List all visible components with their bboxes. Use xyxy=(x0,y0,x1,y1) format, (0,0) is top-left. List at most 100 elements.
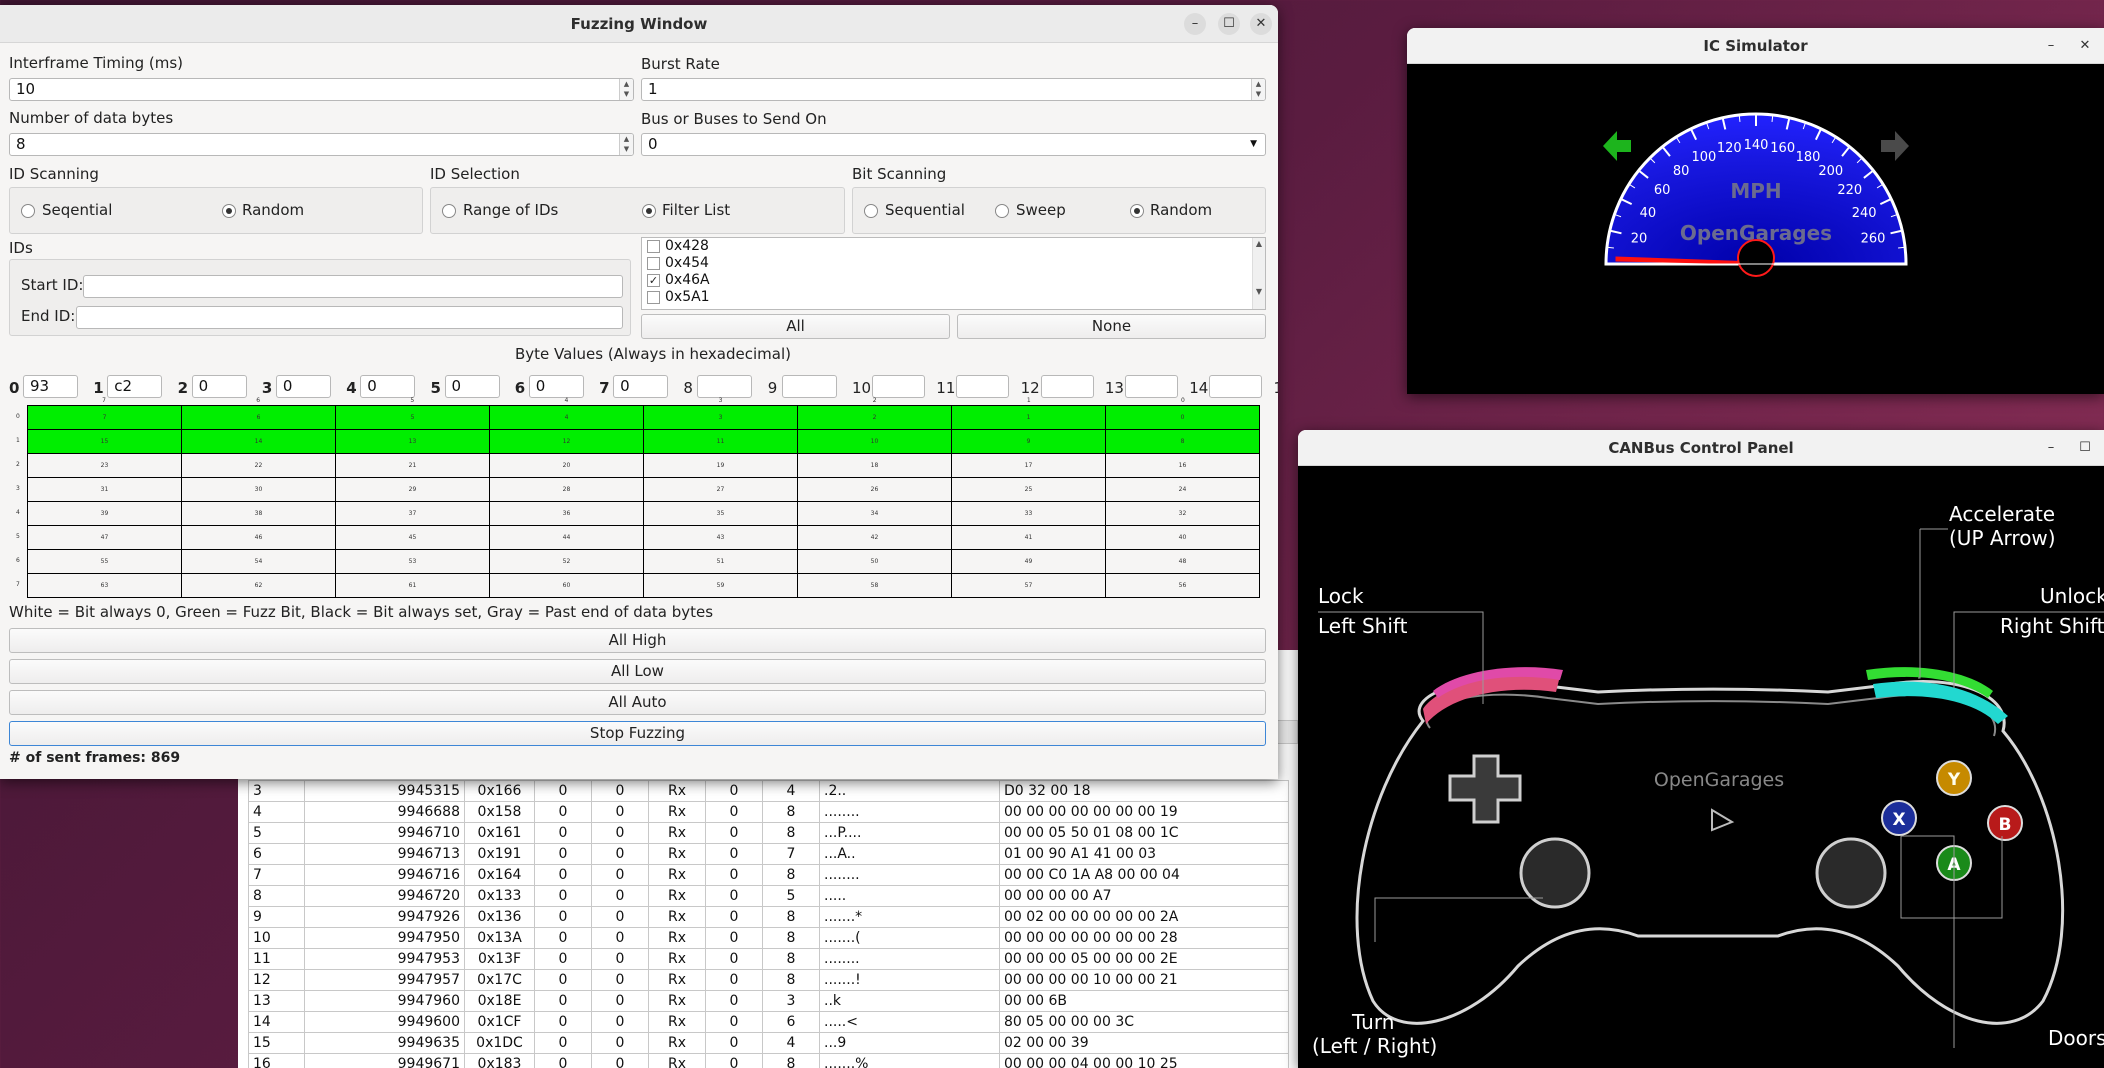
ic-titlebar[interactable]: IC Simulator – ✕ xyxy=(1407,28,2104,64)
left-shoulder-button[interactable] xyxy=(1423,673,1560,724)
byte-value-input[interactable]: 0 xyxy=(360,375,416,398)
spin-arrows-icon[interactable]: ▲ ▼ xyxy=(619,134,633,155)
byte-value-input[interactable]: 93 xyxy=(23,375,78,398)
minimize-icon[interactable]: – xyxy=(1184,13,1206,35)
bit-cell[interactable]: 58 xyxy=(797,573,952,598)
table-row[interactable]: 5 9946710 0x161 0 0 Rx 0 8 ...P.... 00 00 05 50 0… xyxy=(248,822,1289,844)
bit-cell[interactable]: 47 xyxy=(27,525,182,550)
bit-cell[interactable]: 45 xyxy=(335,525,490,550)
bit-cell[interactable]: 34 xyxy=(797,501,952,526)
table-row[interactable]: 14 9949600 0x1CF 0 0 Rx 0 6 .....< 80 05 00 00 00… xyxy=(248,1011,1289,1033)
bit-cell[interactable]: 21 xyxy=(335,453,490,478)
bit-cell[interactable]: 37 xyxy=(335,501,490,526)
bit-cell[interactable]: 44 xyxy=(489,525,644,550)
stop-fuzzing-button[interactable]: Stop Fuzzing xyxy=(9,721,1266,746)
bit-cell[interactable]: 17 xyxy=(951,453,1106,478)
bit-cell[interactable]: 32 xyxy=(1105,501,1260,526)
table-row[interactable]: 7 9946716 0x164 0 0 Rx 0 8........ 00 00 C0 1A A… xyxy=(248,864,1289,886)
table-row[interactable]: 3 9945315 0x166 0 0 Rx 0 4.2.. D0 32 00 18 xyxy=(248,780,1289,802)
bit-cell[interactable]: 60 xyxy=(489,573,644,598)
checkbox-icon[interactable] xyxy=(647,291,660,304)
all-auto-button[interactable]: All Auto xyxy=(9,690,1266,715)
end-id-input[interactable] xyxy=(76,306,623,329)
bus-select[interactable]: 0 ▼ xyxy=(641,133,1266,156)
bit-cell[interactable]: 33 xyxy=(951,501,1106,526)
byte-value-input[interactable]: 0 xyxy=(613,375,669,398)
bit-cell[interactable]: 7 xyxy=(27,405,182,430)
bit-cell[interactable]: 5 xyxy=(335,405,490,430)
bit-cell[interactable]: 18 xyxy=(797,453,952,478)
start-id-input[interactable] xyxy=(83,275,623,298)
id-list-item[interactable]: 0x5A1 xyxy=(642,289,1265,306)
bit-cell[interactable]: 29 xyxy=(335,477,490,502)
bit-cell[interactable]: 20 xyxy=(489,453,644,478)
bit-cell[interactable]: 38 xyxy=(181,501,336,526)
table-row[interactable]: 11 9947953 0x13F 0 0 Rx 0 8........ 00 00 00 05 … xyxy=(248,948,1289,970)
bit-cell[interactable]: 50 xyxy=(797,549,952,574)
interframe-spinbox[interactable]: 10 ▲ ▼ xyxy=(9,78,634,101)
id-filter-list-label[interactable]: Filter List xyxy=(662,201,730,219)
byte-value-input[interactable] xyxy=(872,375,925,398)
bit-cell[interactable]: 41 xyxy=(951,525,1106,550)
bit-cell[interactable]: 43 xyxy=(643,525,798,550)
minimize-icon[interactable]: – xyxy=(2040,35,2062,57)
table-row[interactable]: 16 9949671 0x183 0 0 Rx 0 8.......% 00 00 00 04 … xyxy=(248,1053,1289,1068)
burst-rate-spinbox[interactable]: 1 ▲ ▼ xyxy=(641,78,1266,101)
table-row[interactable]: 9 9947926 0x136 0 0 Rx 0 8 .......* 00 02 00 00 0… xyxy=(248,906,1289,928)
list-scrollbar[interactable]: ▲ ▼ xyxy=(1252,238,1265,309)
id-scan-random-label[interactable]: Random xyxy=(242,201,304,219)
byte-value-input[interactable] xyxy=(1040,375,1094,398)
bit-cell[interactable]: 12 xyxy=(489,429,644,454)
right-stick[interactable] xyxy=(1815,837,1887,909)
byte-value-input[interactable] xyxy=(1124,375,1178,398)
id-range-radio[interactable] xyxy=(442,204,456,218)
id-list-item[interactable]: ✓ 0x46A xyxy=(642,272,1265,289)
bit-cell[interactable]: 3 xyxy=(643,405,798,430)
bit-cell[interactable]: 39 xyxy=(27,501,182,526)
minimize-icon[interactable]: – xyxy=(2040,437,2062,459)
checkbox-icon[interactable] xyxy=(647,257,660,270)
bit-cell[interactable]: 10 xyxy=(797,429,952,454)
id-range-label[interactable]: Range of IDs xyxy=(463,201,558,219)
bit-cell[interactable]: 61 xyxy=(335,573,490,598)
byte-value-input[interactable]: 0 xyxy=(444,375,500,398)
bit-cell[interactable]: 13 xyxy=(335,429,490,454)
byte-value-input[interactable] xyxy=(1209,375,1263,398)
bit-cell[interactable]: 54 xyxy=(181,549,336,574)
bit-grid[interactable]: 7 6 5 4 3 2 1 0 15 14 13 12 11 10 9 8 23 22 21 20 19 18 17 16 31… xyxy=(27,405,1260,598)
bit-cell[interactable]: 4 xyxy=(489,405,644,430)
table-row[interactable]: 8 9946720 0x133 0 0 Rx 0 5..... 00 00 00 00 A7 xyxy=(248,885,1289,907)
maximize-icon[interactable]: ☐ xyxy=(2074,437,2096,459)
bit-cell[interactable]: 24 xyxy=(1105,477,1260,502)
fuzz-titlebar[interactable]: Fuzzing Window – ☐ ✕ xyxy=(0,5,1278,43)
start-button-icon[interactable] xyxy=(1711,808,1735,832)
bit-scan-sweep-label[interactable]: Sweep xyxy=(1016,201,1066,219)
bit-cell[interactable]: 11 xyxy=(643,429,798,454)
bit-cell[interactable]: 26 xyxy=(797,477,952,502)
all-high-button[interactable]: All High xyxy=(9,628,1266,653)
bit-cell[interactable]: 52 xyxy=(489,549,644,574)
bit-cell[interactable]: 59 xyxy=(643,573,798,598)
byte-value-input[interactable]: 0 xyxy=(528,375,584,398)
byte-value-input[interactable]: 0 xyxy=(275,375,331,398)
byte-value-input[interactable] xyxy=(781,375,837,398)
bit-cell[interactable]: 14 xyxy=(181,429,336,454)
all-low-button[interactable]: All Low xyxy=(9,659,1266,684)
table-row[interactable]: 4 9946688 0x158 0 0 Rx 0 8........ 00 00 00 00 0… xyxy=(248,801,1289,823)
bit-cell[interactable]: 23 xyxy=(27,453,182,478)
bit-cell[interactable]: 36 xyxy=(489,501,644,526)
bit-cell[interactable]: 42 xyxy=(797,525,952,550)
id-scan-random-radio[interactable] xyxy=(222,204,236,218)
bit-cell[interactable]: 16 xyxy=(1105,453,1260,478)
bit-scan-sweep-radio[interactable] xyxy=(995,204,1009,218)
spin-arrows-icon[interactable]: ▲ ▼ xyxy=(619,79,633,100)
bit-cell[interactable]: 56 xyxy=(1105,573,1260,598)
select-all-button[interactable]: All xyxy=(641,314,950,339)
id-filter-list-radio[interactable] xyxy=(642,204,656,218)
bit-cell[interactable]: 0 xyxy=(1105,405,1260,430)
maximize-icon[interactable]: ☐ xyxy=(1218,13,1240,35)
id-list-item[interactable]: 0x428 xyxy=(642,238,1265,255)
bit-scan-random-radio[interactable] xyxy=(1130,204,1144,218)
bit-cell[interactable]: 27 xyxy=(643,477,798,502)
bit-cell[interactable]: 46 xyxy=(181,525,336,550)
